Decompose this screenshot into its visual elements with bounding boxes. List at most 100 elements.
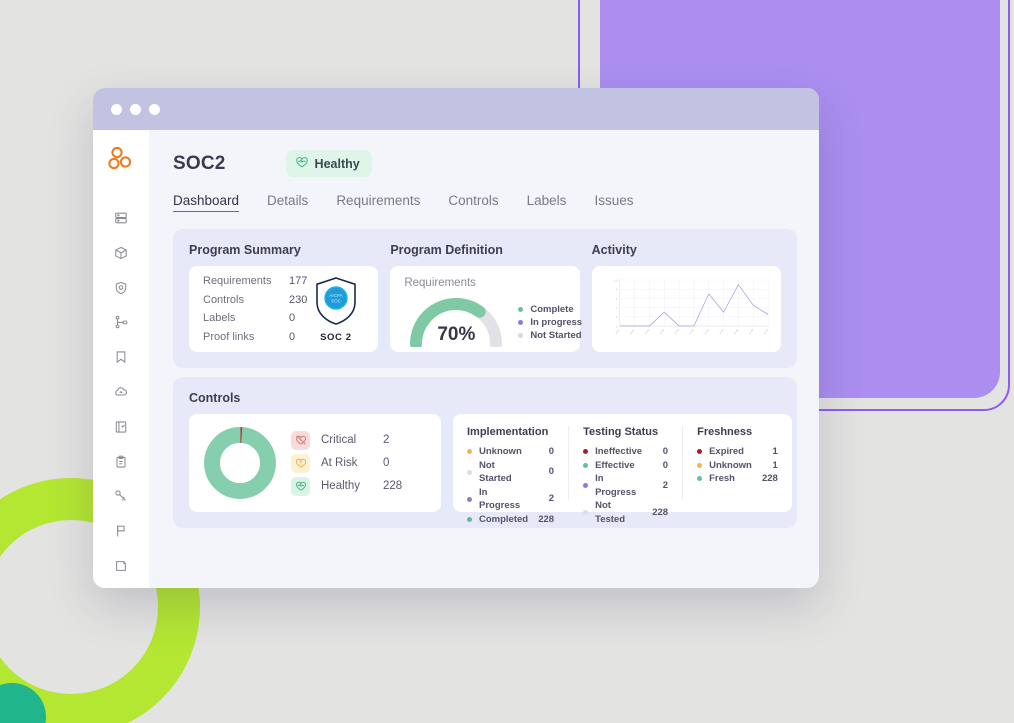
legend-dot-complete (518, 307, 524, 312)
svg-text:10-22: 10-22 (629, 328, 635, 336)
svg-text:11-01: 11-01 (703, 328, 709, 335)
heart-pulse-icon (295, 155, 309, 172)
sg-row: Fresh 228 (697, 472, 778, 486)
program-summary-card: Requirements 177 Controls 230 Labels 0 P… (189, 266, 379, 352)
legend-label: Complete (530, 304, 574, 315)
program-summary-stats: Requirements 177 Controls 230 Labels 0 P… (203, 272, 307, 346)
sg-label: Unknown (709, 459, 752, 471)
sg-label: Expired (709, 446, 744, 457)
stat-row: Requirements 177 (203, 272, 307, 291)
health-value: 0 (383, 456, 390, 469)
tab-labels[interactable]: Labels (527, 193, 567, 212)
stat-group-title: Freshness (697, 426, 753, 438)
activity-section: Activity 1.0 .8 .6 .4 .2 0 10-21 10-22 10-24 10-2… (591, 243, 781, 352)
activity-line-chart: 1.0 .8 .6 .4 .2 010-21 10-22 10-24 10-26 10-28 10-… (614, 279, 769, 336)
sg-label: Not Started (479, 459, 512, 485)
svg-text:11-08: 11-08 (748, 328, 754, 335)
heart-pulse-icon (291, 476, 310, 496)
stat-group-title: Implementation (467, 426, 549, 438)
sg-value: 228 (538, 513, 555, 525)
sidebar-item-cloud[interactable] (104, 379, 138, 405)
stat-row: Controls 230 (203, 291, 307, 310)
sg-label: Effective (595, 459, 635, 471)
svg-text:1.0: 1.0 (614, 279, 618, 282)
sg-dot-ineffective (583, 449, 589, 455)
controls-panel: Controls Critical 2 At Risk 0 Healthy 22… (173, 377, 797, 528)
sidebar-item-key[interactable] (104, 484, 138, 510)
tab-controls[interactable]: Controls (448, 193, 498, 212)
window-titlebar (93, 88, 819, 130)
legend-label: Not Started (530, 330, 582, 341)
sg-value: 1 (772, 446, 778, 457)
window-dot-close[interactable] (111, 103, 122, 115)
controls-donut-chart (203, 426, 277, 500)
sidebar-item-clipboard[interactable] (104, 449, 138, 475)
activity-title: Activity (591, 243, 637, 257)
gauge-row: 70% Complete 124 In progres (404, 291, 612, 350)
window-dot-maximize[interactable] (149, 103, 160, 115)
sg-dot-completed (467, 516, 472, 522)
sg-value: 228 (761, 473, 778, 484)
stat-row: Labels 0 (203, 309, 307, 328)
sg-row: Not Tested 228 (583, 499, 668, 526)
gauge-percent-label: 70% (437, 324, 476, 345)
svg-text:11-10: 11-10 (763, 328, 769, 335)
controls-title: Controls (189, 391, 241, 405)
stat-value: 230 (289, 293, 308, 306)
top-panel: Program Summary Requirements 177 Control… (173, 229, 797, 368)
sg-dot-unknown (467, 449, 472, 455)
requirements-caption: Requirements (404, 277, 476, 289)
sg-value: 2 (662, 479, 669, 491)
svg-text:11-06: 11-06 (733, 328, 739, 335)
sg-dot-fresh (697, 476, 703, 482)
svg-text:SOC: SOC (331, 298, 342, 303)
sg-row: Completed 228 (467, 513, 554, 527)
sg-dot-effective (583, 462, 589, 468)
sg-value: 0 (548, 466, 555, 478)
svg-text:.2: .2 (615, 316, 617, 319)
sidebar-item-bookmark[interactable] (104, 344, 138, 370)
sidebar-item-flag[interactable] (104, 518, 138, 544)
tab-requirements[interactable]: Requirements (336, 193, 420, 212)
sidebar-item-shield[interactable] (104, 275, 138, 301)
brand-logo-icon[interactable] (108, 146, 134, 177)
sg-value: 0 (548, 446, 555, 457)
health-label: Critical (321, 433, 357, 446)
soc2-shield-badge-icon: AICPA SOC (314, 276, 358, 330)
program-definition-title: Program Definition (390, 243, 503, 257)
window-dot-minimize[interactable] (130, 103, 141, 115)
sg-label: Completed (479, 513, 529, 525)
sidebar-item-server[interactable] (104, 205, 138, 231)
tab-dashboard[interactable]: Dashboard (173, 193, 240, 212)
sg-dot-in-progress (583, 483, 589, 488)
svg-text:10-24: 10-24 (644, 328, 650, 336)
page-title: SOC2 (173, 152, 226, 174)
health-value: 2 (383, 433, 390, 446)
stat-row: Proof links 0 (203, 328, 307, 347)
sidebar-item-book[interactable] (104, 414, 138, 440)
sg-row: Not Started 0 (467, 459, 554, 486)
stat-group-title: Testing Status (583, 426, 659, 438)
svg-text:10-28: 10-28 (674, 328, 680, 336)
sidebar-item-hierarchy[interactable] (104, 309, 138, 335)
tab-issues[interactable]: Issues (594, 193, 633, 212)
sg-row: In Progress 2 (583, 472, 668, 499)
legend-dot-not-started (518, 333, 524, 338)
svg-text:0: 0 (616, 325, 618, 328)
sg-row: Expired 1 (697, 445, 778, 459)
health-label: At Risk (321, 456, 358, 469)
sidebar-item-package[interactable] (104, 240, 138, 266)
sg-label: Ineffective (595, 446, 643, 457)
sidebar-item-note[interactable] (104, 553, 138, 579)
svg-text:.6: .6 (615, 298, 617, 301)
completion-gauge: 70% (404, 291, 508, 350)
svg-text:.4: .4 (615, 307, 617, 310)
activity-chart-card: 1.0 .8 .6 .4 .2 0 10-21 10-22 10-24 10-26 10-28 10-… (591, 266, 781, 352)
health-row-at-risk: At Risk 0 (291, 452, 427, 475)
sg-value: 228 (652, 506, 669, 518)
legend-dot-in-progress (518, 320, 524, 325)
svg-text:11-04: 11-04 (718, 328, 724, 335)
tab-details[interactable]: Details (267, 193, 308, 212)
sg-label: In Progress (595, 473, 637, 498)
soc2-badge: AICPA SOC SOC 2 (307, 276, 364, 343)
